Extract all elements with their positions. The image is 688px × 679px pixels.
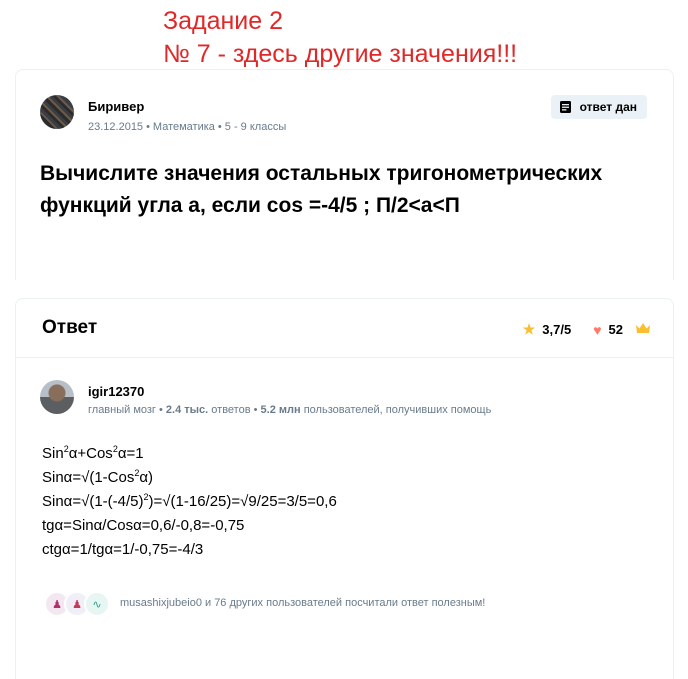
thanks-text: musashixjubeio0 и 76 других пользователе… [120, 597, 486, 609]
answer-card: Ответ ★ 3,7/5 ♥ 52 igir12370 главный моз… [15, 298, 674, 679]
answer-line-5: ctgα=1/tgα=1/-0,75=-4/3 [42, 541, 204, 558]
answer-rating: 3,7/5 [542, 322, 572, 337]
asker-avatar[interactable] [40, 95, 74, 129]
helped-label: пользователей, получивших помощь [303, 404, 492, 416]
helped-count: 5.2 млн [260, 404, 301, 416]
answer-heading: Ответ [42, 317, 98, 338]
heart-icon[interactable]: ♥ [593, 322, 601, 338]
question-card: Биривер 23.12.2015 • Математика • 5 - 9 клас… [15, 69, 674, 280]
answer-likes: 52 [608, 322, 623, 337]
question-date: 23.12.2015 [88, 121, 144, 133]
answer-line-3: Sinα=√(1-(-4/5)2)=√(1-16/25)=√9/25=3/5=0… [42, 492, 337, 511]
question-grade: 5 - 9 классы [224, 121, 287, 133]
answer-line-2: Sinα=√(1-Cos2α) [42, 468, 154, 487]
document-icon [559, 101, 571, 113]
answer-body: Sin2α+Cos2α=1 Sinα=√(1-Cos2α) Sinα=√(1-(… [42, 442, 337, 562]
answered-badge-label: ответ дан [579, 100, 637, 114]
annotation-line-1: Задание 2 [163, 7, 284, 35]
answers-label: ответов [211, 404, 251, 416]
question-subject[interactable]: Математика [153, 121, 215, 133]
question-meta: 23.12.2015 • Математика • 5 - 9 классы [88, 121, 287, 133]
answer-stats: ★ 3,7/5 ♥ 52 [523, 321, 651, 338]
asker-name[interactable]: Биривер [88, 99, 144, 114]
likers-avatars[interactable]: ♟ ♟ ∿ [44, 591, 110, 617]
answerer-meta: главный мозг • 2.4 тыс. ответов • 5.2 мл… [88, 404, 492, 416]
answers-count: 2.4 тыс. [165, 404, 209, 416]
answerer-name[interactable]: igir12370 [88, 384, 144, 399]
star-icon: ★ [522, 321, 536, 337]
answerer-avatar[interactable] [40, 380, 74, 414]
answered-badge: ответ дан [550, 95, 647, 119]
crown-icon [635, 322, 651, 337]
annotation-line-2: № 7 - здесь другие значения!!! [163, 40, 518, 68]
answer-divider [16, 357, 673, 358]
question-text: Вычислите значения остальных тригонометр… [40, 162, 603, 217]
answer-line-4: tgα=Sinα/Cosα=0,6/-0,8=-0,75 [42, 517, 245, 534]
answerer-rank: главный мозг [88, 404, 156, 416]
liker-avatar-3: ∿ [84, 591, 110, 617]
answer-line-1: Sin2α+Cos2α=1 [42, 444, 144, 463]
